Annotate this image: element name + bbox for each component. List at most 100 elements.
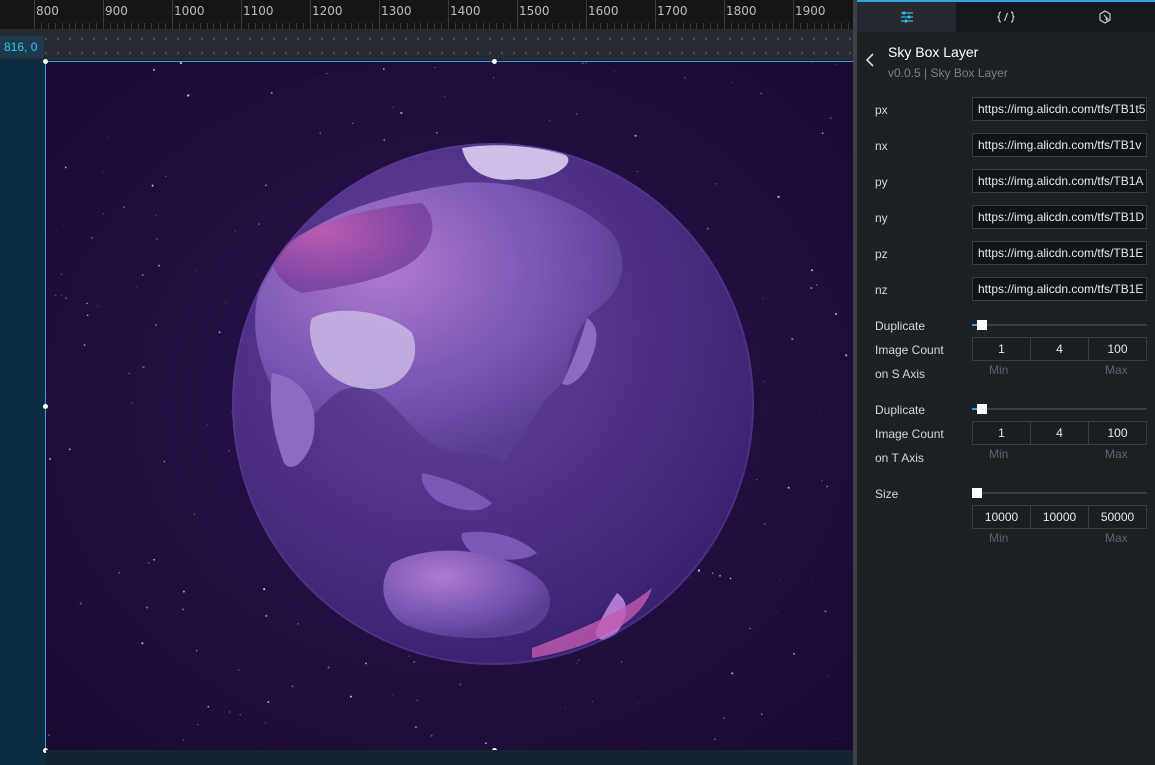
ruler-minor-tick [47,23,49,29]
py-url-input[interactable]: https://img.alicdn.com/tfs/TB1A [972,169,1147,193]
star [719,574,721,577]
size-min-label: Min [989,531,1009,545]
ruler-minor-tick [116,23,118,29]
star [187,94,190,97]
ruler-major-tick [655,0,656,30]
star [382,68,385,70]
size-min-input[interactable]: 10000 [972,505,1031,529]
nx-url-input[interactable]: https://img.alicdn.com/tfs/TB1v [972,133,1147,157]
ruler-minor-tick [482,23,484,29]
star [492,77,495,79]
size-max-input[interactable]: 50000 [1089,505,1147,529]
layer-version: v0.0.5 | Sky Box Layer [888,66,1008,80]
size-slider[interactable] [972,488,1147,498]
star [312,79,314,81]
star [756,479,758,481]
star [787,486,790,489]
ruler-major-tick [172,0,173,30]
ruler-minor-tick [109,23,111,29]
ruler-major-tick [103,0,104,30]
size-slider-thumb[interactable] [972,488,982,498]
tab-interaction[interactable] [1055,2,1155,32]
dup-t-slider[interactable] [972,404,1147,414]
ruler-minor-tick [827,23,829,29]
ruler-minor-tick [185,23,187,29]
tab-code[interactable] [956,2,1055,32]
size-max-label: Max [1105,531,1128,545]
ny-url-input[interactable]: https://img.alicdn.com/tfs/TB1D [972,205,1147,229]
ruler-tick-label: 1300 [381,4,412,18]
ruler-minor-tick [703,23,705,29]
ruler-minor-tick [779,23,781,29]
ruler-minor-tick [420,23,422,29]
dup-s-slider[interactable] [972,320,1147,330]
ruler-minor-tick [661,23,663,29]
dup-t-label-line2: Image Count [875,427,944,441]
star [816,284,818,286]
ruler-minor-tick [682,23,684,29]
back-arrow-icon[interactable] [864,52,876,68]
size-value-input[interactable]: 10000 [1031,505,1089,529]
dup-t-max-input[interactable]: 100 [1089,421,1147,445]
star [153,558,156,561]
ruler-tick-label: 1600 [588,4,619,18]
ruler-minor-tick [744,23,746,29]
nz-url-input[interactable]: https://img.alicdn.com/tfs/TB1E [972,277,1147,301]
star [46,395,47,398]
label-ny: ny [875,211,888,225]
ruler-tick-label: 1500 [519,4,550,18]
star [620,661,623,663]
ruler-minor-tick [137,23,139,29]
dup-t-value-input[interactable]: 4 [1031,421,1089,445]
star [197,724,199,726]
star [835,64,837,65]
star [713,738,716,741]
dup-s-value-input[interactable]: 4 [1031,337,1089,361]
dup-s-slider-thumb[interactable] [977,320,987,330]
ruler-minor-tick [648,23,650,29]
ruler-major-tick [793,0,794,30]
ruler-minor-tick [572,23,574,29]
dup-t-range: 1 4 100 [972,421,1147,445]
star [578,659,580,661]
panel-tabs [857,0,1155,32]
ruler-minor-tick [268,23,270,29]
ruler-minor-tick [144,23,146,29]
star [459,683,462,686]
ruler-minor-tick [689,23,691,29]
star [436,131,438,134]
skybox-preview-canvas[interactable] [46,61,853,750]
star [141,642,144,645]
ruler-minor-tick [834,23,836,29]
star [715,183,717,185]
px-url-input[interactable]: https://img.alicdn.com/tfs/TB1t5 [972,97,1147,121]
dup-t-slider-thumb[interactable] [977,404,987,414]
star [291,685,294,688]
dup-s-min-input[interactable]: 1 [972,337,1031,361]
dup-s-label-line2: Image Count [875,343,944,357]
dup-s-label-line1: Duplicate [875,319,926,333]
star [218,331,221,334]
dup-s-max-input[interactable]: 100 [1089,337,1147,361]
star [165,175,167,177]
star [195,649,198,652]
star [444,96,446,98]
dup-t-min-input[interactable]: 1 [972,421,1031,445]
ruler-minor-tick [710,23,712,29]
tab-settings[interactable] [857,2,956,32]
star [833,738,836,740]
ruler-major-tick [379,0,380,30]
ruler-minor-tick [227,23,229,29]
ruler-minor-tick [503,23,505,29]
star [564,707,566,709]
star [760,92,763,95]
ruler-minor-tick [510,23,512,29]
dup-s-range: 1 4 100 [972,337,1147,361]
ruler-minor-tick [717,23,719,29]
star [97,305,99,307]
canvas-bottom-bar [46,750,856,765]
ruler-minor-tick [330,23,332,29]
pz-url-input[interactable]: https://img.alicdn.com/tfs/TB1E [972,241,1147,265]
star [142,365,145,369]
earth-globe [232,143,754,665]
